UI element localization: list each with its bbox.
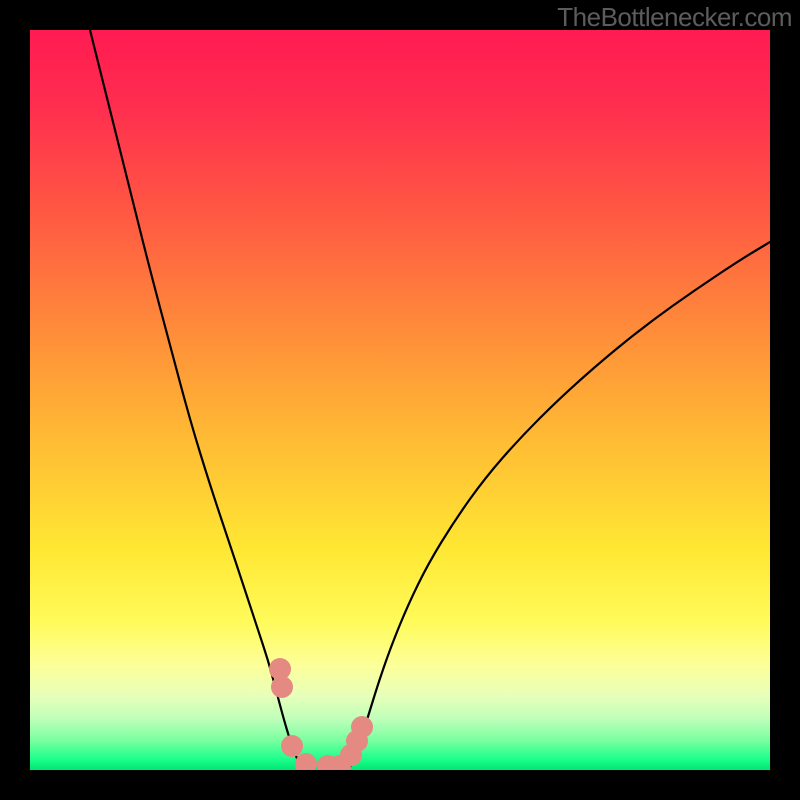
marker-dot xyxy=(271,676,293,698)
plot-area xyxy=(30,30,770,770)
left-curve xyxy=(90,30,302,767)
curve-layer xyxy=(30,30,770,770)
chart-frame: TheBottlenecker.com xyxy=(0,0,800,800)
marker-dot xyxy=(351,716,373,738)
watermark-label: TheBottlenecker.com xyxy=(557,2,792,33)
marker-dot xyxy=(281,735,303,757)
right-curve xyxy=(350,242,770,767)
marker-dot xyxy=(295,753,317,770)
marker-group xyxy=(269,658,373,770)
